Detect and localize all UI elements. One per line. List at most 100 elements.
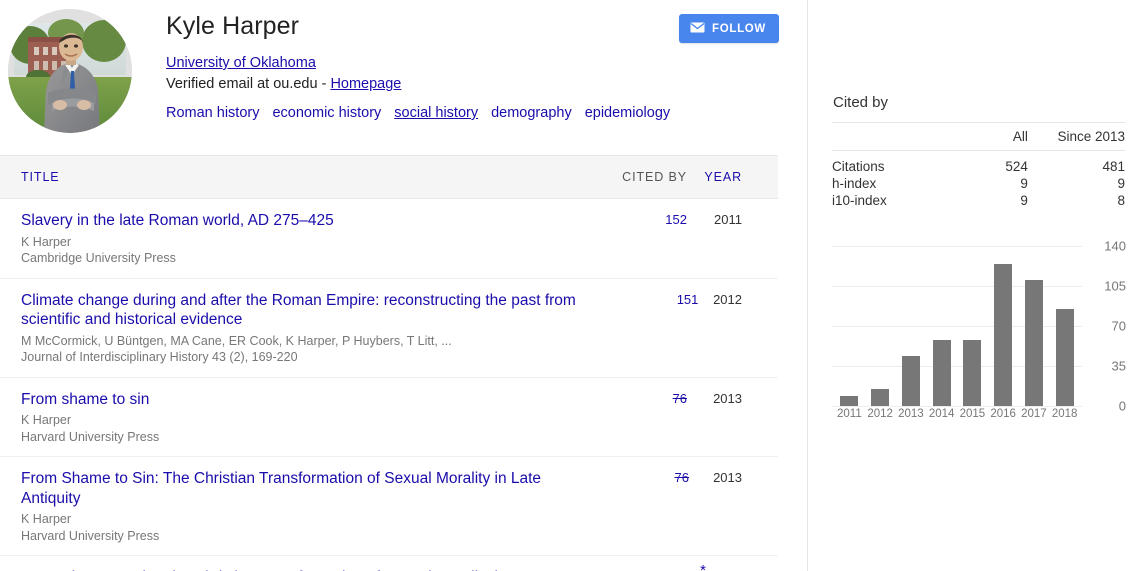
cited-by-title: Cited by [832,94,1125,111]
articles-row-list: Slavery in the late Roman world, AD 275–… [0,199,778,571]
profile-photo [8,9,132,133]
interest-tag[interactable]: economic history [272,105,381,121]
metric-label: Citations [832,151,967,176]
chart-x-label[interactable]: 2011 [834,408,865,420]
interests-list: Roman history economic history social hist… [166,103,807,123]
chart-x-label[interactable]: 2017 [1019,408,1050,420]
article-title-link[interactable]: From Shame to Sin: The Christian Transfo… [21,469,578,508]
chart-x-label[interactable]: 2012 [865,408,896,420]
avatar[interactable] [8,9,132,133]
chart-bar[interactable] [902,356,920,406]
affiliation-link[interactable]: University of Oklahoma [166,55,316,71]
table-row: From Shame to Sin: The Christian Transfo… [0,457,778,556]
verified-email-text: Verified email at ou.edu - [166,76,330,92]
article-venue: Cambridge University Press [21,250,572,267]
articles-table-header: TITLE CITED BY YEAR [0,155,778,199]
chart-bar[interactable] [994,264,1012,406]
metrics-header-all: All [967,123,1046,151]
chart-bar-slot[interactable] [865,246,896,406]
article-info: Climate change during and after the Roma… [0,291,622,366]
verified-email-line: Verified email at ou.edu - Homepage [166,74,807,94]
interest-tag[interactable]: social history [394,105,478,121]
article-cited-by-count[interactable]: 76 [592,469,698,544]
article-info: From Shame to Sin: The Christian Transfo… [0,469,592,544]
metrics-row: i10-index98 [832,192,1125,209]
table-row: Slavery in the late Roman world, AD 275–… [0,199,778,279]
chart-x-label[interactable]: 2013 [896,408,927,420]
article-cited-by-count[interactable]: 152 [586,211,696,267]
metric-label: i10-index [832,192,967,209]
chart-bar-slot[interactable] [896,246,927,406]
metrics-header-blank [832,123,967,151]
metric-value-all: 9 [967,192,1046,209]
chart-x-label[interactable]: 2015 [957,408,988,420]
article-authors: K Harper [21,412,572,429]
metrics-body: Citations524481h-index99i10-index98 [832,151,1125,210]
chart-x-label[interactable]: 2016 [988,408,1019,420]
avatar-container [0,6,140,133]
affiliation-line: University of Oklahoma [166,53,807,73]
profile-info: Kyle Harper University of Oklahoma Verif… [140,6,807,133]
article-cited-by-count[interactable]: 76 [586,390,696,446]
articles-table: TITLE CITED BY YEAR Slavery in the late … [0,155,778,571]
chart-bar-slot[interactable] [1019,246,1050,406]
follow-button-label: FOLLOW [712,23,766,35]
interest-tag[interactable]: Roman history [166,105,259,121]
main-column: Kyle Harper University of Oklahoma Verif… [0,0,808,571]
interest-tag[interactable]: epidemiology [585,105,670,121]
metrics-row: h-index99 [832,175,1125,192]
interest-tag[interactable]: demography [491,105,572,121]
chart-bar-slot[interactable] [926,246,957,406]
article-year: 2012 [707,291,778,366]
article-info: From shame to sin K HarperHarvard Univers… [0,390,586,446]
table-row: From Shame to Sin: The Christian Transfo… [0,556,778,571]
article-year: 2013 [698,469,778,544]
citations-per-year-chart: 20112012201320142015201620172018 0 35 70 10… [832,233,1127,423]
follow-button[interactable]: FOLLOW [679,14,779,43]
article-title-link[interactable]: Slavery in the late Roman world, AD 275–… [21,211,572,231]
chart-y-label: 35 [1112,359,1126,374]
column-header-title[interactable]: TITLE [0,170,586,184]
citation-metrics-table: All Since 2013 Citations524481h-index99i… [832,122,1125,209]
chart-bar[interactable] [933,340,951,406]
chart-y-label: 0 [1119,399,1126,414]
chart-x-label[interactable]: 2018 [1049,408,1080,420]
article-title-link[interactable]: Climate change during and after the Roma… [21,291,608,330]
metric-value-since: 9 [1046,175,1125,192]
metric-value-all: 524 [967,151,1046,176]
chart-bar-slot[interactable] [834,246,865,406]
table-row: From shame to sin K HarperHarvard Univers… [0,378,778,458]
article-info: Slavery in the late Roman world, AD 275–… [0,211,586,267]
article-cited-by-count[interactable]: 151 [622,291,707,366]
homepage-link[interactable]: Homepage [330,76,401,92]
chart-y-label: 105 [1104,279,1126,294]
chart-bar[interactable] [840,396,858,406]
chart-gridline [832,406,1082,407]
article-venue: Harvard University Press [21,528,578,545]
article-year: 2011 [696,211,778,267]
metrics-header-since: Since 2013 [1046,123,1125,151]
chart-bar-slot[interactable] [988,246,1019,406]
chart-bar-slot[interactable] [1049,246,1080,406]
chart-y-label: 70 [1112,319,1126,334]
chart-x-label[interactable]: 2014 [926,408,957,420]
article-title-link[interactable]: From shame to sin [21,390,572,410]
chart-bar[interactable] [1025,280,1043,406]
chart-bar[interactable] [963,340,981,406]
chart-bar[interactable] [871,389,889,406]
column-header-cited-by: CITED BY [586,170,696,184]
article-year: 2013 [696,390,778,446]
envelope-icon [690,22,705,36]
chart-y-label: 140 [1104,239,1126,254]
metric-value-since: 8 [1046,192,1125,209]
chart-bar[interactable] [1056,309,1074,406]
chart-bars [832,246,1082,406]
article-venue: Harvard University Press [21,429,572,446]
column-header-year[interactable]: YEAR [696,170,778,184]
chart-bar-slot[interactable] [957,246,988,406]
sidebar: Cited by All Since 2013 Citations524481h… [808,0,1147,571]
article-authors: M McCormick, U Büntgen, MA Cane, ER Cook… [21,333,608,350]
metrics-row: Citations524481 [832,151,1125,176]
article-authors: K Harper [21,234,572,251]
scholar-profile-page: Kyle Harper University of Oklahoma Verif… [0,0,1147,571]
